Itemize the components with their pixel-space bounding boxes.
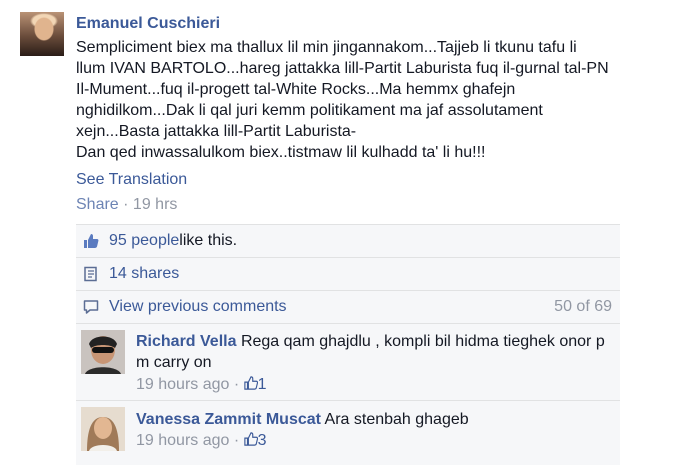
shares-link[interactable]: 14 shares xyxy=(109,265,179,283)
post-text: Sempliciment biex ma thallux lil min jin… xyxy=(76,39,609,161)
comment-count: 50 of 69 xyxy=(554,298,612,315)
thumbs-up-icon[interactable] xyxy=(243,432,258,446)
thumbs-up-icon xyxy=(83,233,99,249)
meta-separator: · xyxy=(118,196,133,213)
view-previous-comments-link[interactable]: View previous comments xyxy=(109,298,287,316)
comment-like-count[interactable]: 1 xyxy=(258,376,267,393)
comment-text: Ara stenbah ghageb xyxy=(324,411,469,428)
feedback-panel: 95 people like this. 14 shares View prev… xyxy=(76,224,620,465)
meta-separator: · xyxy=(229,432,244,449)
commenter-avatar[interactable] xyxy=(81,407,125,451)
author-avatar[interactable] xyxy=(20,12,64,56)
post-meta: Share · 19 hrs xyxy=(76,196,177,214)
comment-item: Richard Vella Rega qam ghajdlu , kompli … xyxy=(76,323,620,400)
likes-row: 95 people like this. xyxy=(76,224,620,257)
comment-meta: 19 hours ago · 1 xyxy=(136,376,267,394)
commenter-avatar[interactable] xyxy=(81,330,125,374)
likes-suffix: like this. xyxy=(179,232,238,249)
meta-separator: · xyxy=(229,376,244,393)
view-previous-row: View previous comments 50 of 69 xyxy=(76,290,620,323)
comment-body: Richard Vella Rega qam ghajdlu , kompli … xyxy=(136,331,606,373)
post-timestamp[interactable]: 19 hrs xyxy=(133,196,177,213)
commenter-name[interactable]: Richard Vella xyxy=(136,333,237,350)
post-author-name[interactable]: Emanuel Cuschieri xyxy=(76,15,220,33)
share-link[interactable]: Share xyxy=(76,196,119,213)
see-translation-link[interactable]: See Translation xyxy=(76,171,187,189)
thumbs-up-icon[interactable] xyxy=(243,376,258,390)
share-icon xyxy=(83,266,99,282)
comment-timestamp[interactable]: 19 hours ago xyxy=(136,432,229,449)
comment-like-count[interactable]: 3 xyxy=(258,432,267,449)
comment-item: Vanessa Zammit Muscat Ara stenbah ghageb… xyxy=(76,400,620,466)
comment-icon xyxy=(83,299,99,315)
likes-link[interactable]: 95 people xyxy=(109,232,179,250)
comment-body: Vanessa Zammit Muscat Ara stenbah ghageb xyxy=(136,409,606,430)
comment-timestamp[interactable]: 19 hours ago xyxy=(136,376,229,393)
commenter-name[interactable]: Vanessa Zammit Muscat xyxy=(136,411,321,428)
comment-meta: 19 hours ago · 3 xyxy=(136,432,267,450)
shares-row: 14 shares xyxy=(76,257,620,290)
